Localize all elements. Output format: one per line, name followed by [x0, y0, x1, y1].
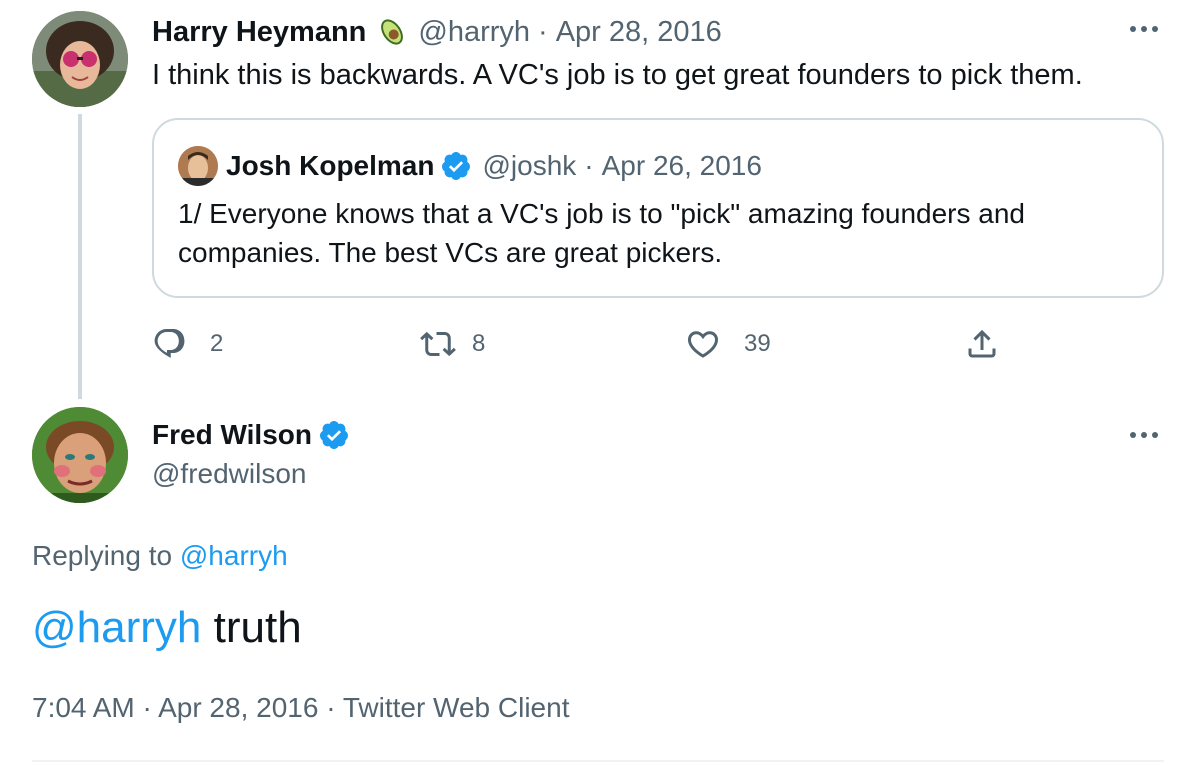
main-tweet-text: @harryh truth	[32, 600, 302, 656]
reply-count: 2	[210, 330, 224, 357]
avatar-harry[interactable]	[32, 11, 128, 107]
author-handle[interactable]: @harryh	[418, 16, 530, 49]
mention-link[interactable]: @harryh	[32, 603, 201, 652]
reply-button[interactable]: 2	[152, 324, 223, 364]
share-button[interactable]	[964, 324, 1000, 364]
author-handle[interactable]: @fredwilson	[152, 458, 306, 490]
quoted-tweet-header: Josh Kopelman @joshk · Apr 26, 2016	[178, 146, 762, 186]
replying-to-handle-link[interactable]: @harryh	[180, 540, 288, 571]
like-count: 39	[744, 330, 771, 357]
replying-to: Replying to @harryh	[32, 540, 288, 572]
retweet-button[interactable]: 8	[418, 324, 485, 364]
avatar-fred[interactable]	[32, 407, 128, 503]
quoted-author-name: Josh Kopelman	[226, 150, 435, 181]
quoted-tweet[interactable]: Josh Kopelman @joshk · Apr 26, 2016 1/ E…	[152, 118, 1164, 298]
verified-badge-icon	[318, 419, 350, 451]
verified-badge-icon	[440, 150, 472, 182]
author-name[interactable]: Harry Heymann	[152, 16, 366, 49]
share-icon	[964, 326, 1000, 362]
separator-dot: ·	[142, 692, 152, 723]
parent-tweet-header: Harry Heymann @harryh · Apr 28, 2016	[152, 14, 722, 50]
quoted-tweet-date: Apr 26, 2016	[601, 150, 762, 181]
author-name[interactable]: Fred Wilson	[152, 419, 312, 451]
parent-tweet-text: I think this is backwards. A VC's job is…	[152, 59, 1083, 91]
main-tweet-author: Fred Wilson	[152, 416, 350, 454]
separator-dot: ·	[584, 150, 594, 181]
separator-dot: ·	[326, 692, 336, 723]
tweet-date[interactable]: Apr 28, 2016	[158, 692, 318, 723]
avatar-josh	[178, 146, 218, 186]
replying-to-label: Replying to	[32, 540, 173, 571]
tweet-metadata: 7:04 AM · Apr 28, 2016 · Twitter Web Cli…	[32, 692, 569, 724]
like-button[interactable]: 39	[684, 324, 771, 364]
thread-connector-line	[78, 114, 82, 399]
tweet-date[interactable]: Apr 28, 2016	[556, 16, 722, 49]
quoted-tweet-text: 1/ Everyone knows that a VC's job is to …	[178, 198, 1025, 268]
tweet-source: Twitter Web Client	[342, 692, 570, 723]
divider	[32, 760, 1164, 762]
tweet-body: truth	[201, 603, 302, 652]
more-options-icon[interactable]	[1124, 420, 1164, 450]
quoted-author-handle: @joshk	[482, 150, 577, 181]
retweet-count: 8	[472, 330, 486, 357]
retweet-icon	[418, 326, 458, 362]
separator-dot: ·	[538, 15, 548, 48]
more-options-icon[interactable]	[1124, 14, 1164, 44]
reply-icon	[152, 326, 188, 362]
tweet-time[interactable]: 7:04 AM	[32, 692, 135, 723]
heart-icon	[684, 326, 722, 362]
avocado-icon	[376, 16, 408, 48]
